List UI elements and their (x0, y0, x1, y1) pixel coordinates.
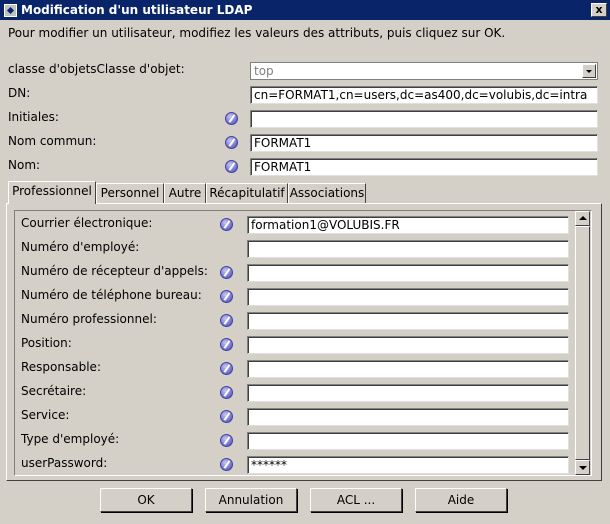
object-class-value: top (254, 64, 274, 78)
edit-attribute-icon (220, 434, 233, 447)
edit-attribute-icon (225, 160, 238, 173)
tab-personnel[interactable]: Personnel (96, 183, 164, 203)
password-field[interactable]: ****** (247, 456, 569, 474)
scrollbar-thumb[interactable] (575, 226, 590, 460)
object-class-select[interactable]: top (250, 62, 598, 80)
initials-field[interactable] (250, 110, 598, 128)
employee-number-field[interactable] (247, 240, 569, 258)
dn-field[interactable]: cn=FORMAT1,cn=users,dc=as400,dc=volubis,… (250, 86, 598, 104)
position-field[interactable] (247, 336, 569, 354)
close-button[interactable]: x (591, 3, 607, 17)
department-field[interactable] (247, 408, 569, 426)
ok-button[interactable]: OK (100, 488, 192, 512)
office-phone-field[interactable] (247, 288, 569, 306)
tab-associations[interactable]: Associations (288, 183, 366, 203)
tab-autre[interactable]: Autre (164, 183, 206, 203)
field-label: Numéro d'employé: (21, 240, 140, 254)
app-icon (4, 3, 17, 17)
field-label: Position: (21, 336, 72, 350)
edit-attribute-icon (220, 218, 233, 231)
field-label: Type d'employé: (21, 432, 120, 446)
title-bar: Modification d'un utilisateur LDAP x (0, 0, 610, 20)
scroll-up-icon[interactable] (575, 211, 590, 226)
name-field[interactable]: FORMAT1 (250, 158, 598, 176)
secretary-field[interactable] (247, 384, 569, 402)
edit-attribute-icon (220, 266, 233, 279)
edit-attribute-icon (220, 362, 233, 375)
tab-recapitulatif[interactable]: Récapitulatif (206, 183, 288, 203)
name-label: Nom: (8, 158, 41, 172)
edit-attribute-icon (220, 290, 233, 303)
initials-label: Initiales: (8, 110, 59, 124)
field-label: Numéro de récepteur d'appels: (21, 264, 208, 278)
edit-attribute-icon (220, 410, 233, 423)
edit-attribute-icon (220, 338, 233, 351)
edit-attribute-icon (225, 112, 238, 125)
instructions-text: Pour modifier un utilisateur, modifiez l… (8, 26, 506, 40)
window-title: Modification d'un utilisateur LDAP (21, 3, 253, 17)
help-button[interactable]: Aide (415, 488, 507, 512)
acl-button[interactable]: ACL ... (310, 488, 402, 512)
field-label: Secrétaire: (21, 384, 87, 398)
edit-attribute-icon (220, 314, 233, 327)
common-name-field[interactable]: FORMAT1 (250, 134, 598, 152)
field-label: userPassword: (21, 456, 108, 470)
cancel-button[interactable]: Annulation (205, 488, 297, 512)
field-label: Responsable: (21, 360, 101, 374)
edit-attribute-icon (220, 458, 233, 471)
field-label: Service: (21, 408, 70, 422)
work-number-field[interactable] (247, 312, 569, 330)
edit-attribute-icon (220, 386, 233, 399)
manager-field[interactable] (247, 360, 569, 378)
pager-number-field[interactable] (247, 264, 569, 282)
scroll-down-icon[interactable] (575, 460, 590, 475)
common-name-label: Nom commun: (8, 134, 97, 148)
tab-professionnel[interactable]: Professionnel (8, 181, 96, 204)
edit-attribute-icon (225, 136, 238, 149)
object-class-label: classe d'objetsClasse d'objet: (8, 62, 185, 76)
email-field[interactable]: formation1@VOLUBIS.FR (247, 216, 569, 234)
employee-type-field[interactable] (247, 432, 569, 450)
dn-label: DN: (8, 86, 31, 100)
field-label: Courrier électronique: (21, 216, 153, 230)
field-label: Numéro de téléphone bureau: (21, 288, 202, 302)
field-label: Numéro professionnel: (21, 312, 157, 326)
chevron-down-icon[interactable] (582, 64, 596, 78)
